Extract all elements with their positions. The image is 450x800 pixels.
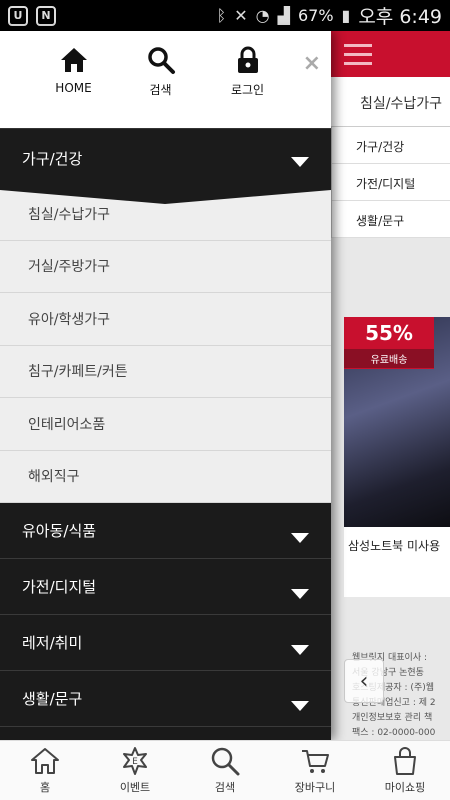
nav-label: 홈 (39, 781, 51, 794)
event-icon: E (123, 747, 147, 775)
notification-download-icon: N (36, 5, 56, 26)
category-header[interactable]: 레저/취미 (0, 615, 331, 671)
chevron-down-icon (291, 156, 309, 167)
bg-category-title: 침실/수납가구 (330, 77, 450, 127)
subcategory-list: 침실/수납가구 거실/주방가구 유아/학생가구 침구/카페트/커튼 인테리어소품… (0, 188, 331, 503)
notification-app-icon: U (8, 5, 28, 26)
wifi-icon: ◔ (255, 6, 270, 25)
drawer-top-bar: HOME 검색 로그인 × (0, 31, 331, 128)
background-page: 침실/수납가구 가구/건강 가전/디지털 생활/문구 55% 유료배송 삼성노트… (330, 31, 450, 740)
clock: 오후 6:49 (358, 6, 442, 28)
bg-list-item[interactable]: 생활/문구 (332, 201, 450, 238)
expand-notch (0, 188, 331, 204)
chevron-down-icon (291, 644, 309, 655)
product-image: 55% 유료배송 (344, 317, 450, 527)
search-label: 검색 (149, 83, 172, 97)
close-icon[interactable]: × (303, 51, 321, 76)
subcategory-item[interactable]: 유아/학생가구 (0, 293, 331, 346)
footer-line: 팩스 : 02-0000-000 (352, 728, 436, 738)
home-label: HOME (55, 81, 92, 95)
chevron-down-icon (291, 700, 309, 711)
subcategory-item[interactable]: 침구/카페트/커튼 (0, 346, 331, 398)
search-button[interactable]: 검색 (121, 45, 201, 128)
search-icon (211, 747, 240, 776)
category-title: 가구/건강 (22, 150, 83, 168)
footer-line: 개인정보보호 관리 책 (352, 713, 433, 723)
mute-icon: ✕ (234, 6, 248, 25)
discount-percent: 55% (365, 321, 413, 345)
chevron-down-icon (291, 532, 309, 543)
prev-arrow-icon[interactable]: ‹ (344, 659, 384, 703)
login-button[interactable]: 로그인 (208, 45, 288, 128)
navigation-drawer: HOME 검색 로그인 × 가구/건강 침실/수납가구 거실/주방가구 유아/학… (0, 31, 331, 740)
signal-icon: ▟ (277, 6, 290, 25)
category-title: 레저/취미 (22, 634, 83, 652)
category-title: 유아동/식품 (22, 522, 97, 540)
product-name: 삼성노트북 미사용 (348, 539, 441, 553)
my-shopping-icon (394, 747, 416, 775)
category-title: 생활/문구 (22, 690, 83, 708)
svg-text:E: E (132, 757, 138, 767)
subcategory-item[interactable]: 인테리어소품 (0, 398, 331, 451)
bg-header (330, 31, 450, 77)
bg-list-item[interactable]: 가전/디지털 (332, 164, 450, 201)
nav-label: 마이쇼핑 (384, 781, 426, 794)
shipping-label: 유료배송 (344, 349, 434, 368)
login-label: 로그인 (230, 83, 265, 97)
category-header[interactable]: 가전/디지털 (0, 559, 331, 615)
nav-label: 검색 (214, 781, 236, 794)
home-icon (60, 48, 87, 72)
hamburger-menu-icon[interactable] (344, 43, 372, 65)
bottom-navigation: 홈 E 이벤트 검색 장바구니 마이쇼핑 (0, 740, 450, 800)
home-icon (31, 748, 59, 774)
nav-label: 장바구니 (294, 781, 336, 794)
nav-home[interactable]: 홈 (0, 741, 90, 800)
nav-cart[interactable]: 장바구니 (270, 741, 360, 800)
discount-badge: 55% 유료배송 (344, 317, 434, 369)
lock-icon (237, 46, 258, 73)
status-bar: U N ᛒ ✕ ◔ ▟ 67% ▮ 오후 6:49 (0, 0, 450, 31)
category-header[interactable]: 유아동/식품 (0, 503, 331, 559)
bg-list-item[interactable]: 가구/건강 (332, 127, 450, 164)
nav-my-shopping[interactable]: 마이쇼핑 (360, 741, 450, 800)
subcategory-item[interactable]: 해외직구 (0, 451, 331, 503)
chevron-down-icon (291, 588, 309, 599)
battery-percent: 67% (297, 6, 334, 25)
category-header-open[interactable]: 가구/건강 (0, 128, 331, 188)
nav-search[interactable]: 검색 (180, 741, 270, 800)
bg-product-card[interactable]: 55% 유료배송 삼성노트북 미사용 (344, 317, 450, 597)
subcategory-item[interactable]: 거실/주방가구 (0, 241, 331, 293)
bluetooth-icon: ᛒ (216, 6, 227, 25)
home-button[interactable]: HOME (34, 45, 114, 128)
category-header[interactable]: 생활/문구 (0, 671, 331, 727)
nav-event[interactable]: E 이벤트 (90, 741, 180, 800)
battery-icon: ▮ (341, 6, 351, 25)
search-icon (147, 47, 175, 74)
category-title: 가전/디지털 (22, 578, 97, 596)
cart-icon (302, 750, 329, 773)
bg-category-list: 가구/건강 가전/디지털 생활/문구 (330, 127, 450, 238)
nav-label: 이벤트 (119, 781, 151, 794)
